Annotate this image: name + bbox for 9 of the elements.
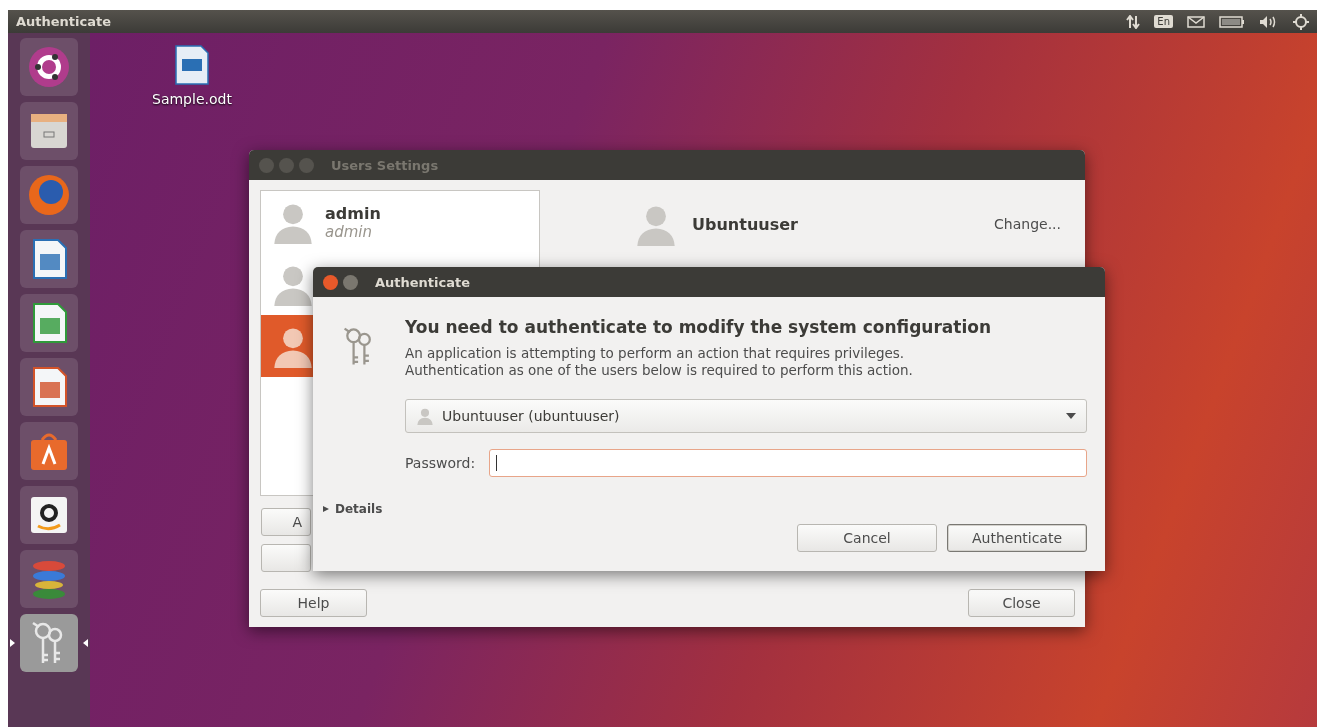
window-title: Authenticate — [375, 274, 471, 290]
dialog-message: An application is attempting to perform an action that requires privileges. Authentication as one of the users below is required to perform this action. — [405, 345, 914, 379]
user-name: Ubuntuuser — [692, 214, 799, 234]
field-label: Password: — [405, 455, 476, 471]
user-login: admin — [325, 222, 373, 241]
window-title: Authenticate — [16, 14, 113, 29]
window-title: Users Settings — [331, 157, 439, 173]
dialog-heading: You need to authenticate to modify the system configuration — [405, 317, 993, 337]
user-name: admin — [325, 203, 381, 223]
